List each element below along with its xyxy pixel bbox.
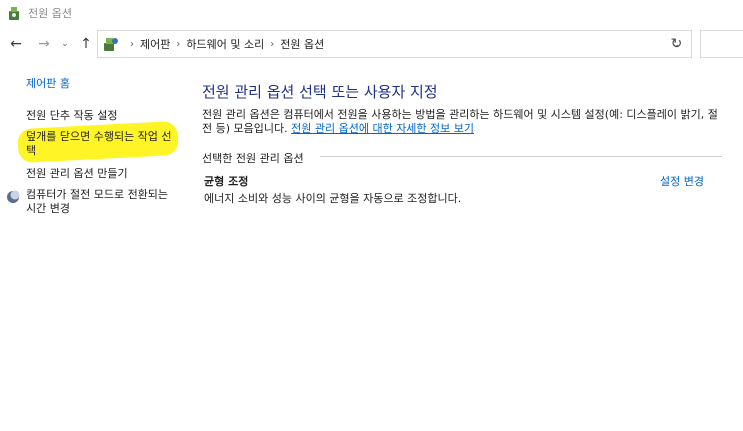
up-button[interactable]: ↑ (76, 34, 96, 54)
sidebar-item-lid-close[interactable]: 덮개를 닫으면 수행되는 작업 선택 (26, 130, 176, 158)
back-button[interactable]: ← (6, 34, 26, 54)
sidebar-item-power-button[interactable]: 전원 단추 작동 설정 (26, 109, 117, 123)
moon-icon (7, 190, 20, 203)
more-info-link[interactable]: 전원 관리 옵션에 대한 자세한 정보 보기 (291, 122, 474, 135)
recent-locations-button[interactable]: ⌄ (58, 34, 72, 54)
section-divider (320, 156, 722, 157)
forward-button[interactable]: → (34, 34, 54, 54)
refresh-button[interactable]: ↻ (662, 30, 692, 58)
page-description: 전원 관리 옵션은 컴퓨터에서 전원을 사용하는 방법을 관리하는 하드웨어 및… (202, 108, 724, 136)
sidebar-item-sleep-time[interactable]: 컴퓨터가 절전 모드로 전환되는 시간 변경 (26, 188, 176, 216)
sidebar: 제어판 홈 전원 단추 작동 설정 덮개를 닫으면 수행되는 작업 선택 전원 … (0, 60, 190, 431)
power-options-icon (9, 7, 19, 20)
chevron-right-icon: › (176, 38, 181, 50)
navigation-bar: ← → ⌄ ↑ › 제어판 › 하드웨어 및 소리 › 전원 옵션 ⌄ ↻ (0, 30, 743, 58)
chevron-right-icon: › (270, 38, 275, 50)
plan-description: 에너지 소비와 성능 사이의 균형을 자동으로 조정합니다. (204, 192, 462, 205)
breadcrumb-hardware-sound[interactable]: 하드웨어 및 소리 (186, 36, 264, 52)
section-label: 선택한 전원 관리 옵션 (202, 152, 304, 165)
address-bar[interactable]: › 제어판 › 하드웨어 및 소리 › 전원 옵션 ⌄ (97, 30, 692, 58)
plan-name: 균형 조정 (204, 175, 249, 188)
title-bar: 전원 옵션 (0, 0, 743, 26)
chevron-right-icon: › (130, 38, 134, 50)
window-title: 전원 옵션 (28, 7, 72, 20)
search-input[interactable] (700, 30, 743, 58)
sidebar-item-create-plan[interactable]: 전원 관리 옵션 만들기 (26, 167, 128, 181)
page-title: 전원 관리 옵션 선택 또는 사용자 지정 (202, 83, 438, 101)
control-panel-icon (104, 38, 118, 51)
breadcrumb-control-panel[interactable]: 제어판 (140, 36, 170, 52)
breadcrumb-power-options[interactable]: 전원 옵션 (280, 36, 324, 52)
sidebar-item-control-panel-home[interactable]: 제어판 홈 (26, 77, 70, 91)
change-plan-settings-link[interactable]: 설정 변경 (660, 173, 704, 189)
